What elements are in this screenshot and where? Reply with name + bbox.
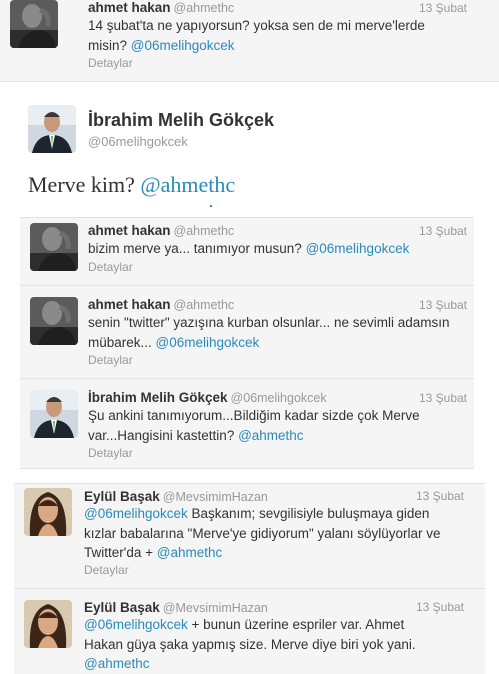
tweet-text-line: kızlar babalarına "Merve'ye gidiyorum" y…: [84, 525, 441, 541]
author-handle[interactable]: @ahmethc: [174, 1, 235, 15]
reply-tweet[interactable]: İbrahim Melih Gökçek @06melihgokcek 13 Şu…: [20, 379, 474, 469]
tweet-text-line: senin "twitter" yazışına kurban olsunlar…: [88, 315, 450, 330]
mention-link[interactable]: @06melihgokcek: [156, 335, 260, 350]
tweet-text-line: Twitter'da +: [84, 545, 157, 560]
avatar-ahmet-hakan[interactable]: [30, 223, 78, 271]
mention-link[interactable]: @ahmethc: [84, 656, 149, 671]
tweet-text-line: bizim merve ya... tanımıyor musun?: [88, 241, 306, 256]
tweet-author[interactable]: ahmet hakan @ahmethc: [88, 0, 234, 15]
mention-link[interactable]: @ahmethc: [157, 545, 222, 560]
avatar-eylul-basak[interactable]: [24, 600, 72, 648]
tweet-text-line: + bunun üzerine espriler var. Ahmet: [187, 617, 405, 632]
tweet-author[interactable]: ahmet hakan @ahmethc: [88, 297, 234, 312]
author-name[interactable]: ahmet hakan: [88, 223, 171, 238]
tweet-text-line: Şu ankini tanımıyorum...Bildiğim kadar s…: [88, 408, 420, 423]
tweet-time[interactable]: 13 Şubat: [419, 391, 467, 405]
reply-tweet[interactable]: Eylül Başak @MevsimimHazan 13 Şubat @06me…: [14, 589, 485, 674]
tweet-text-line: mübarek...: [88, 334, 156, 350]
author-handle[interactable]: @ahmethc: [174, 224, 235, 238]
tweet-author[interactable]: Eylül Başak @MevsimimHazan: [84, 600, 268, 615]
mention-link[interactable]: @ahmethc: [140, 172, 235, 197]
author-handle[interactable]: @ahmethc: [174, 298, 235, 312]
tweet-text-line: var...Hangisini kastettin?: [88, 427, 239, 443]
mention-link[interactable]: @06melihgokcek: [306, 241, 410, 256]
details-link[interactable]: Detaylar: [88, 446, 133, 460]
avatar-eylul-basak[interactable]: [24, 488, 72, 536]
author-handle[interactable]: @MevsimimHazan: [163, 490, 268, 504]
tweet-text: @06melihgokcek + bunun üzerine espriler …: [84, 615, 416, 674]
author-name[interactable]: Eylül Başak: [84, 489, 160, 504]
bottom-panel: Eylül Başak @MevsimimHazan 13 Şubat @06me…: [14, 483, 485, 674]
tweet-text: @06melihgokcek Başkanım; sevgilisiyle bu…: [84, 504, 441, 563]
mention-link[interactable]: @ahmethc: [238, 428, 303, 443]
tweet-text-line: Hakan güya şaka yapmış size. Merve diye …: [84, 636, 416, 652]
main-author-handle[interactable]: @06melihgokcek: [88, 134, 188, 149]
avatar-melih-gokcek[interactable]: [28, 105, 76, 153]
divider-dot: [210, 205, 212, 207]
avatar-ahmet-hakan[interactable]: [10, 0, 58, 48]
tweet-author[interactable]: Eylül Başak @MevsimimHazan: [84, 489, 268, 504]
author-name[interactable]: İbrahim Melih Gökçek: [88, 390, 228, 405]
tweet-time[interactable]: 13 Şubat: [416, 600, 464, 614]
tweet-time[interactable]: 13 Şubat: [419, 224, 467, 238]
details-link[interactable]: Detaylar: [88, 353, 133, 367]
tweet-text: Şu ankini tanımıyorum...Bildiğim kadar s…: [88, 406, 420, 445]
mention-link[interactable]: @06melihgokcek: [131, 38, 235, 53]
details-link[interactable]: Detaylar: [84, 563, 129, 577]
reply-tweet[interactable]: Eylül Başak @MevsimimHazan 13 Şubat @06me…: [14, 484, 485, 587]
author-name[interactable]: Eylül Başak: [84, 600, 160, 615]
main-tweet-text: Merve kim? @ahmethc: [28, 172, 235, 198]
author-handle[interactable]: @MevsimimHazan: [163, 601, 268, 615]
avatar-ahmet-hakan[interactable]: [30, 297, 78, 345]
tweet-time[interactable]: 13 Şubat: [416, 489, 464, 503]
author-name[interactable]: ahmet hakan: [88, 297, 171, 312]
top-tweet-block: ahmet hakan @ahmethc 13 Şubat 14 şubat'ta…: [0, 0, 499, 82]
tweet-text: 14 şubat'ta ne yapıyorsun? yoksa sen de …: [88, 16, 425, 55]
details-link[interactable]: Detaylar: [88, 260, 133, 274]
author-handle[interactable]: @06melihgokcek: [231, 391, 327, 405]
reply-tweet[interactable]: ahmet hakan @ahmethc 13 Şubat bizim merve…: [20, 218, 474, 284]
avatar-melih-gokcek[interactable]: [30, 390, 78, 438]
mention-link[interactable]: @06melihgokcek: [84, 506, 188, 521]
tweet-author[interactable]: ahmet hakan @ahmethc: [88, 223, 234, 238]
details-link[interactable]: Detaylar: [88, 56, 133, 70]
replies-panel: ahmet hakan @ahmethc 13 Şubat bizim merve…: [20, 217, 474, 469]
tweet-text-line: misin?: [88, 37, 131, 53]
reply-tweet[interactable]: ahmet hakan @ahmethc 13 Şubat senin "twit…: [20, 286, 474, 376]
main-author-name[interactable]: İbrahim Melih Gökçek: [88, 110, 274, 131]
tweet-text: bizim merve ya... tanımıyor musun? @06me…: [88, 239, 409, 259]
tweet-text: senin "twitter" yazışına kurban olsunlar…: [88, 313, 450, 352]
main-tweet-text-body: Merve kim?: [28, 172, 141, 197]
main-tweet-block: İbrahim Melih Gökçek @06melihgokcek Merv…: [0, 83, 499, 217]
tweet-time[interactable]: 13 Şubat: [419, 1, 467, 15]
tweet-text-line: Başkanım; sevgilisiyle buluşmaya giden: [187, 506, 430, 521]
author-name[interactable]: ahmet hakan: [88, 0, 171, 15]
tweet-text-line: 14 şubat'ta ne yapıyorsun? yoksa sen de …: [88, 18, 425, 33]
mention-link[interactable]: @06melihgokcek: [84, 617, 188, 632]
tweet-author[interactable]: İbrahim Melih Gökçek @06melihgokcek: [88, 390, 327, 405]
tweet-time[interactable]: 13 Şubat: [419, 298, 467, 312]
